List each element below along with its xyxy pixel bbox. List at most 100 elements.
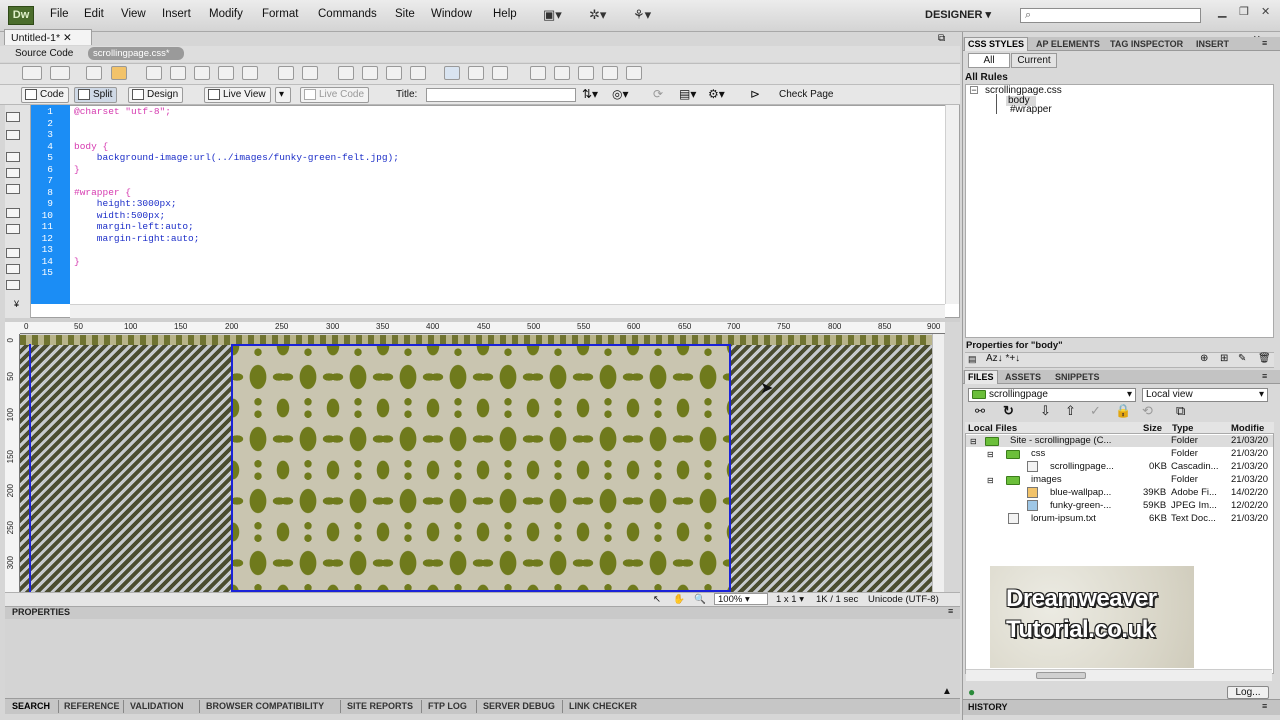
zoom-tool-icon[interactable]: 🔍 <box>694 594 706 605</box>
all-rules-button[interactable]: All <box>968 53 1010 68</box>
collapse-tree-icon[interactable]: ⊟ <box>987 450 994 459</box>
file-name[interactable]: funky-green-... <box>1050 500 1111 511</box>
insert-menu-icon[interactable] <box>578 66 594 80</box>
layout-menu-icon[interactable]: ▣▾ <box>543 7 562 23</box>
open-documents-icon[interactable] <box>6 112 20 122</box>
visual-aids-icon[interactable]: ⚙▾ <box>708 87 725 101</box>
collapse-selection-icon[interactable] <box>6 168 20 178</box>
help-search-input[interactable]: ⌕ <box>1020 8 1201 23</box>
view-options-icon[interactable]: ▤▾ <box>679 87 696 101</box>
tab-reference[interactable]: REFERENCE <box>64 701 120 711</box>
tab-files[interactable]: FILES <box>968 372 994 382</box>
view-select[interactable]: Local view ▾ <box>1142 388 1268 402</box>
insert-date-icon[interactable] <box>278 66 294 80</box>
code-horizontal-scrollbar[interactable] <box>70 304 945 318</box>
close-tab-icon[interactable]: ✕ <box>63 32 72 44</box>
insert-template-icon[interactable] <box>386 66 402 80</box>
site-menu-icon[interactable]: ⚘▾ <box>633 7 651 23</box>
tab-search[interactable]: SEARCH <box>12 701 50 711</box>
panel-options-icon[interactable]: ≡ <box>948 606 953 616</box>
collapse-tree-icon[interactable]: ⊟ <box>970 437 977 446</box>
design-vertical-scrollbar[interactable] <box>932 334 944 592</box>
sort-icons-text[interactable]: Az↓ *+↓ <box>986 353 1020 364</box>
insert-table-icon[interactable] <box>170 66 186 80</box>
put-files-icon[interactable]: ⇧ <box>1065 403 1076 419</box>
insert-div-icon[interactable] <box>194 66 210 80</box>
category-view-icon[interactable]: ▤ <box>968 354 977 365</box>
site-select[interactable]: scrollingpage ▾ <box>968 388 1136 402</box>
new-rule-icon[interactable]: ⊞ <box>1220 353 1228 364</box>
insert-anchor-icon[interactable] <box>146 66 162 80</box>
preview-browser-icon[interactable]: ◎▾ <box>612 87 629 101</box>
live-view-dropdown[interactable]: ▾ <box>275 87 291 103</box>
panel-menu-icon[interactable]: ≡ <box>1262 371 1267 381</box>
insert-text-icon[interactable] <box>626 66 642 80</box>
collapse-tree-icon[interactable]: − <box>970 86 978 95</box>
insert-widget-icon[interactable] <box>554 66 570 80</box>
insert-list-icon[interactable] <box>492 66 508 80</box>
insert-form-icon[interactable] <box>444 66 460 80</box>
window-size-select[interactable]: 1 x 1 ▾ <box>776 594 804 605</box>
column-local-files[interactable]: Local Files <box>968 423 1017 434</box>
maximize-icon[interactable]: ❐ <box>1239 5 1249 18</box>
workspace-switcher[interactable]: DESIGNER ▾ <box>925 8 991 21</box>
insert-text-field-icon[interactable] <box>468 66 484 80</box>
get-files-icon[interactable]: ⇩ <box>1040 403 1051 419</box>
title-input[interactable] <box>426 88 576 102</box>
insert-comment-icon[interactable] <box>302 66 318 80</box>
insert-email-icon[interactable] <box>111 66 127 80</box>
extend-menu-icon[interactable]: ✲▾ <box>589 7 606 23</box>
minimize-icon[interactable]: ▁ <box>1218 5 1226 18</box>
file-name[interactable]: lorum-ipsum.txt <box>1031 513 1096 524</box>
collapse-full-tag-icon[interactable] <box>6 152 20 162</box>
insert-layout-icon[interactable] <box>50 66 70 80</box>
files-horizontal-scrollbar[interactable] <box>966 669 1272 681</box>
line-numbers-icon[interactable] <box>6 248 20 258</box>
live-view-button[interactable]: Live View <box>204 87 271 103</box>
menu-insert[interactable]: Insert <box>162 8 191 20</box>
properties-panel-header[interactable] <box>5 606 960 619</box>
related-css-file-tab[interactable]: scrollingpage.css* <box>88 47 184 60</box>
file-name[interactable]: css <box>1031 448 1045 459</box>
insert-script-icon[interactable] <box>362 66 378 80</box>
file-name[interactable]: scrollingpage... <box>1050 461 1114 472</box>
check-out-icon[interactable]: ✓ <box>1090 403 1101 419</box>
scrollbar-thumb[interactable] <box>1036 672 1086 679</box>
tab-ftp-log[interactable]: FTP LOG <box>428 701 467 711</box>
check-in-icon[interactable]: 🔒 <box>1115 403 1131 419</box>
insert-common-icon[interactable] <box>22 66 42 80</box>
panel-menu-icon[interactable]: ≡ <box>1262 38 1267 48</box>
menu-site[interactable]: Site <box>395 8 415 20</box>
tab-ap-elements[interactable]: AP ELEMENTS <box>1036 39 1100 49</box>
code-vertical-scrollbar[interactable] <box>945 105 959 304</box>
show-code-navigator-icon[interactable] <box>6 130 20 140</box>
syntax-error-icon[interactable] <box>6 280 20 290</box>
insert-media-icon[interactable] <box>242 66 258 80</box>
menu-format[interactable]: Format <box>262 8 298 20</box>
insert-hyperlink-icon[interactable] <box>86 66 102 80</box>
expand-files-icon[interactable]: ⧉ <box>1176 403 1185 419</box>
design-view-button[interactable]: Design <box>128 87 184 103</box>
select-parent-tag-icon[interactable] <box>6 208 20 218</box>
select-tool-icon[interactable]: ↖ <box>653 594 661 605</box>
tab-site-reports[interactable]: SITE REPORTS <box>347 701 413 711</box>
menu-commands[interactable]: Commands <box>318 8 377 20</box>
wrapper-div[interactable] <box>231 344 731 592</box>
log-button[interactable]: Log... <box>1227 686 1269 699</box>
restore-doc-icon[interactable]: ⧉ <box>938 33 945 44</box>
check-page-button[interactable]: Check Page <box>779 89 833 100</box>
connect-icon[interactable]: ⚯ <box>975 404 985 418</box>
insert-spry-icon[interactable] <box>530 66 546 80</box>
menu-modify[interactable]: Modify <box>209 8 243 20</box>
menu-help[interactable]: Help <box>493 8 517 20</box>
file-management-icon[interactable]: ⇅▾ <box>582 87 598 101</box>
validate-icon[interactable]: ⊳ <box>750 87 760 101</box>
insert-image-icon[interactable] <box>218 66 234 80</box>
css-rule-wrapper[interactable]: #wrapper <box>1010 104 1052 115</box>
refresh-icon[interactable]: ⟳ <box>653 87 663 101</box>
insert-panel-icon[interactable] <box>602 66 618 80</box>
tab-insert[interactable]: INSERT <box>1196 39 1229 49</box>
menu-file[interactable]: File <box>50 8 69 20</box>
close-icon[interactable]: ✕ <box>1261 5 1270 18</box>
file-name[interactable]: Site - scrollingpage (C... <box>1010 435 1111 446</box>
